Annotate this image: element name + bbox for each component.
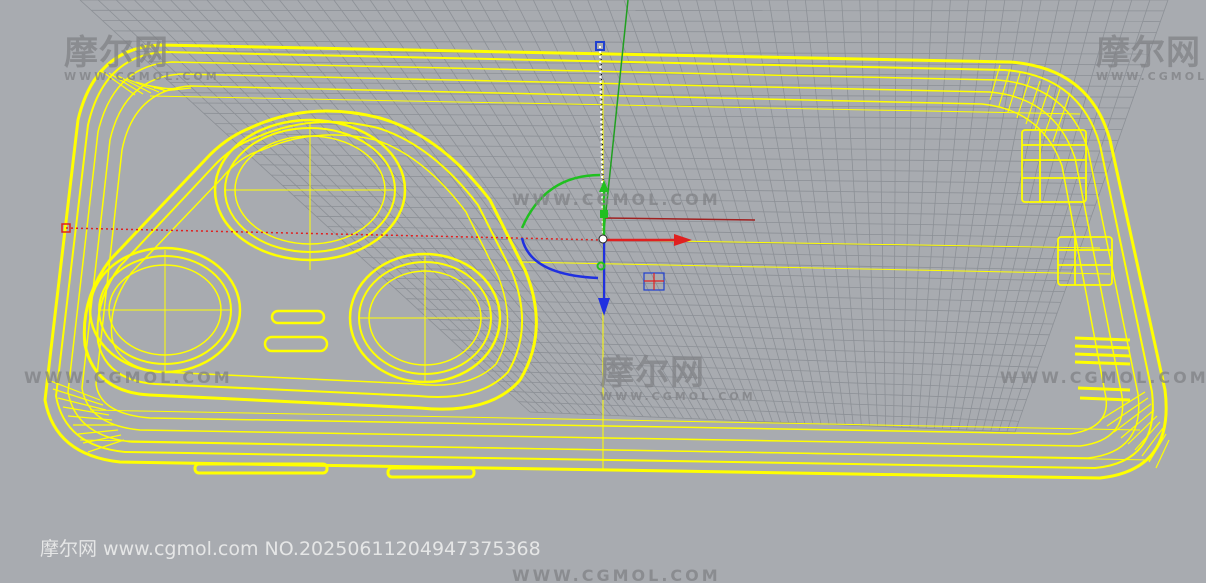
footer-stamp: 摩尔网 www.cgmol.com NO.2025061120494737536… <box>40 538 541 560</box>
flash-slot-top[interactable] <box>270 309 326 325</box>
lens-left[interactable] <box>88 246 242 374</box>
viewport-canvas[interactable] <box>0 0 1206 583</box>
bottom-button-right[interactable] <box>386 466 476 479</box>
move-x-arrowhead-icon <box>674 234 692 246</box>
world-x-axis <box>602 217 756 221</box>
world-y-axis <box>602 0 629 241</box>
perspective-viewport[interactable]: 摩尔网 WWW.CGMOL.COM 摩尔网 WWW.CGMOL.COM 摩尔网 … <box>0 0 1206 583</box>
edge-line-bottom <box>79 439 1151 461</box>
gumball-origin-icon[interactable] <box>598 234 608 244</box>
lens-right[interactable] <box>348 252 502 384</box>
flash-slot-bottom[interactable] <box>263 335 329 353</box>
side-vent-grille[interactable] <box>1074 336 1131 402</box>
corner-mesh <box>47 64 1170 469</box>
bottom-button-left[interactable] <box>193 462 329 475</box>
side-port-mid[interactable] <box>1057 236 1113 286</box>
edge-line-top <box>149 95 1081 115</box>
scale-y-handle-icon[interactable] <box>600 210 608 218</box>
